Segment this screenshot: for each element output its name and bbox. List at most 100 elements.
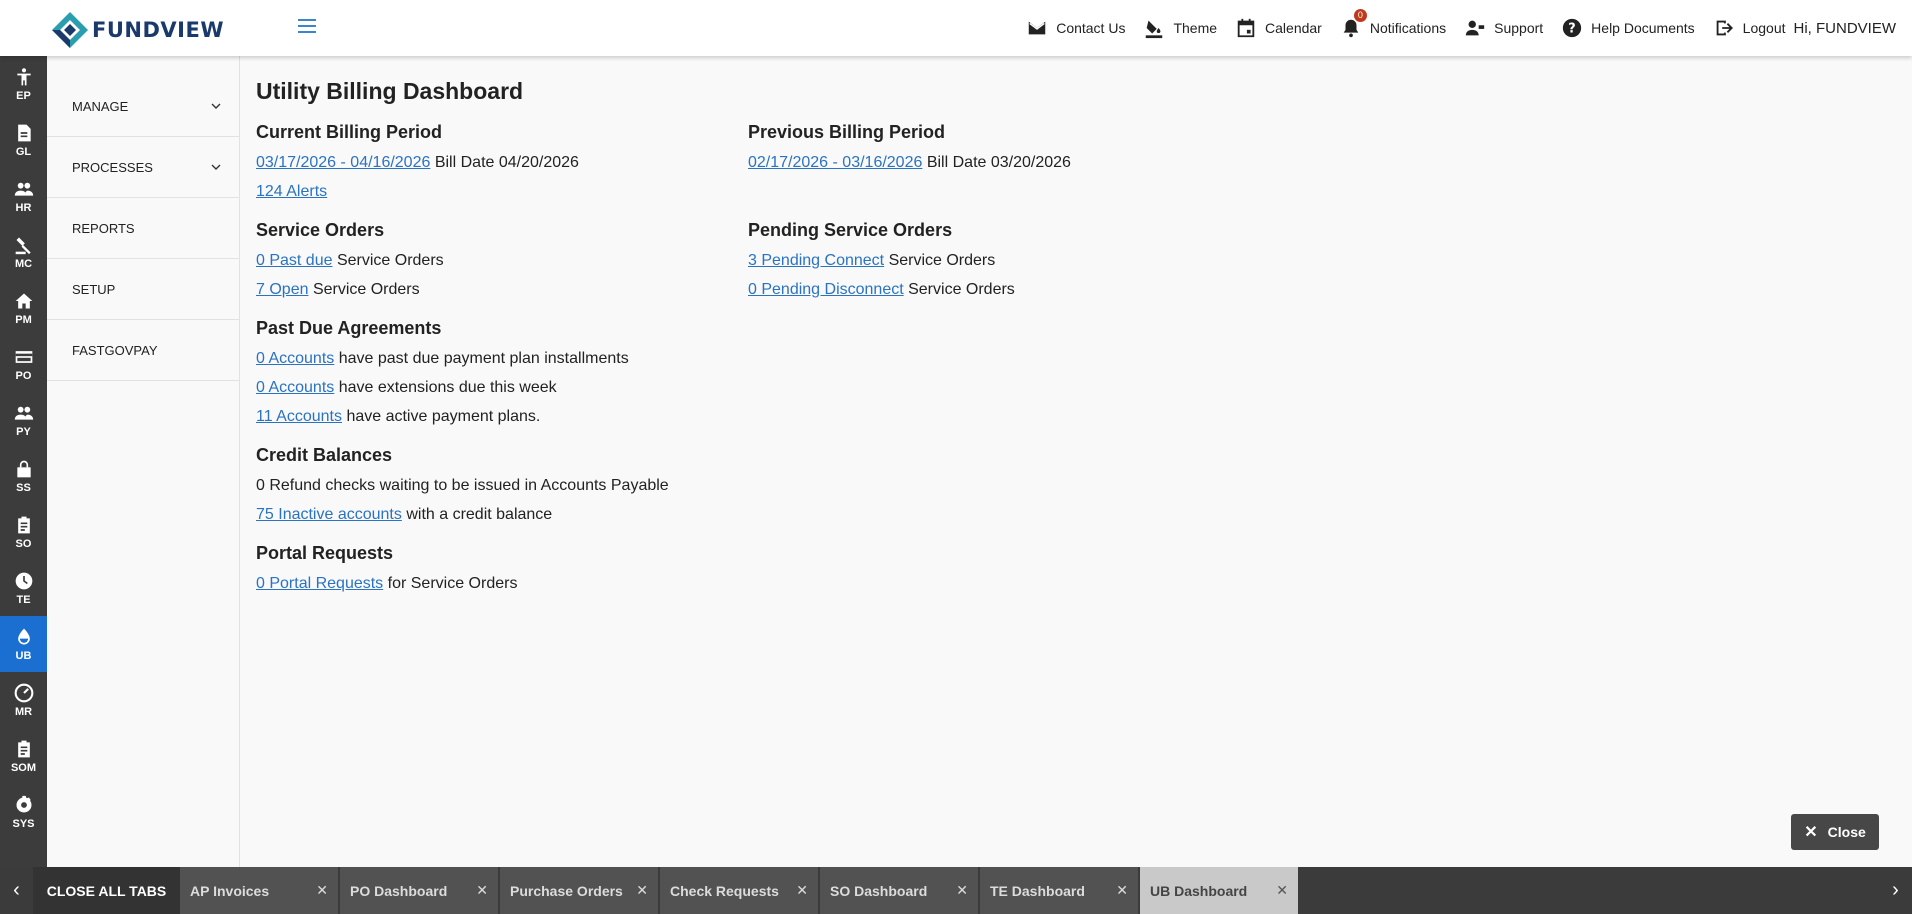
- tabs-scroll-left-icon[interactable]: ‹: [0, 867, 33, 914]
- gear-icon: [16, 795, 31, 812]
- sidebar-item-label: REPORTS: [72, 220, 135, 236]
- close-all-tabs-button[interactable]: CLOSE ALL TABS: [33, 867, 180, 914]
- rail-item-pm[interactable]: PM: [0, 280, 47, 336]
- rail-item-te[interactable]: TE: [0, 560, 47, 616]
- rail-label: SS: [16, 481, 31, 494]
- help-documents-link[interactable]: ? Help Documents: [1561, 17, 1695, 39]
- close-tab-icon[interactable]: ✕: [956, 882, 968, 899]
- mail-icon: [1028, 21, 1046, 35]
- tab-label: TE Dashboard: [990, 882, 1085, 899]
- support-label: Support: [1494, 20, 1544, 36]
- rail-item-po[interactable]: PO: [0, 336, 47, 392]
- tab-te-dashboard[interactable]: TE Dashboard ✕: [980, 867, 1140, 914]
- pending-disconnect-link[interactable]: 0 Pending Disconnect: [748, 281, 904, 298]
- notifications-link[interactable]: 0 Notifications: [1340, 9, 1446, 39]
- sidebar-item-label: FASTGOVPAY: [72, 342, 158, 358]
- tab-ub-dashboard[interactable]: UB Dashboard ✕: [1140, 867, 1300, 914]
- rail-item-sys[interactable]: SYS: [0, 784, 47, 840]
- close-tab-icon[interactable]: ✕: [636, 882, 648, 899]
- rail-item-py[interactable]: PY: [0, 392, 47, 448]
- close-tab-icon[interactable]: ✕: [316, 882, 328, 899]
- top-nav: Contact Us Theme Calendar 0 Notification…: [1008, 0, 1896, 56]
- clipboard-icon: [17, 516, 30, 533]
- close-tab-icon[interactable]: ✕: [1276, 882, 1288, 899]
- rail-label: SYS: [12, 817, 35, 830]
- current-bill-date: Bill Date 04/20/2026: [434, 154, 579, 171]
- sidebar-item-label: SETUP: [72, 281, 116, 297]
- user-greeting: Hi, FUNDVIEW: [1793, 19, 1897, 37]
- tabs-scroll-right-icon[interactable]: ›: [1879, 867, 1912, 914]
- tab-purchase-orders[interactable]: Purchase Orders ✕: [500, 867, 660, 914]
- menu-toggle-icon[interactable]: [298, 19, 320, 37]
- sidebar-item-setup[interactable]: SETUP: [47, 259, 239, 320]
- support-link[interactable]: Support: [1464, 17, 1543, 39]
- sidebar-item-manage[interactable]: MANAGE: [47, 76, 239, 137]
- rail-item-ep[interactable]: EP: [0, 56, 47, 112]
- sidebar-item-label: PROCESSES: [72, 159, 153, 175]
- rail-item-hr[interactable]: HR: [0, 168, 47, 224]
- contact-us-link[interactable]: Contact Us: [1026, 17, 1125, 39]
- tab-ap-invoices[interactable]: AP Invoices ✕: [180, 867, 340, 914]
- home-icon: [15, 293, 32, 308]
- close-tab-icon[interactable]: ✕: [796, 882, 808, 899]
- rail-label: SO: [15, 537, 32, 550]
- rail-item-som[interactable]: SOM: [0, 728, 47, 784]
- clipboard-icon: [17, 740, 30, 757]
- calendar-icon: [1237, 18, 1255, 38]
- tab-label: AP Invoices: [190, 882, 270, 899]
- close-tab-icon[interactable]: ✕: [1116, 882, 1128, 899]
- rail-label: HR: [15, 201, 32, 214]
- theme-link[interactable]: Theme: [1143, 17, 1217, 39]
- row-text: have active payment plans.: [346, 408, 541, 425]
- tab-so-dashboard[interactable]: SO Dashboard ✕: [820, 867, 980, 914]
- alerts-link[interactable]: 124 Alerts: [256, 183, 327, 200]
- row-text: have past due payment plan installments: [338, 350, 629, 367]
- tab-check-requests[interactable]: Check Requests ✕: [660, 867, 820, 914]
- open-orders-link[interactable]: 7 Open: [256, 281, 308, 298]
- close-tab-icon[interactable]: ✕: [476, 882, 488, 899]
- past-due-link[interactable]: 0 Past due: [256, 252, 333, 269]
- tab-label: Purchase Orders: [510, 882, 623, 899]
- document-icon: [17, 124, 31, 141]
- section-title: Pending Service Orders: [748, 220, 953, 240]
- sidebar-item-reports[interactable]: REPORTS: [47, 198, 239, 259]
- help-documents-label: Help Documents: [1591, 20, 1695, 36]
- rail-item-ub[interactable]: UB: [0, 616, 47, 672]
- rail-item-gl[interactable]: GL: [0, 112, 47, 168]
- row-text: Service Orders: [908, 281, 1015, 298]
- sidebar-item-processes[interactable]: PROCESSES: [47, 137, 239, 198]
- rail-item-mr[interactable]: MR: [0, 672, 47, 728]
- logout-link[interactable]: Logout: [1713, 17, 1786, 39]
- previous-period-link[interactable]: 02/17/2026 - 03/16/2026: [748, 154, 922, 171]
- close-button[interactable]: ✕ Close: [1791, 814, 1879, 850]
- fundview-logo[interactable]: FUNDVIEW: [50, 10, 224, 50]
- rail-item-ss[interactable]: SS: [0, 448, 47, 504]
- rail-item-so[interactable]: SO: [0, 504, 47, 560]
- portal-requests-link[interactable]: 0 Portal Requests: [256, 575, 383, 592]
- sidebar-item-fastgovpay[interactable]: FASTGOVPAY: [47, 320, 239, 381]
- tab-po-dashboard[interactable]: PO Dashboard ✕: [340, 867, 500, 914]
- page-title: Utility Billing Dashboard: [256, 78, 524, 104]
- accounts-link[interactable]: 0 Accounts: [256, 350, 334, 367]
- accounts-link[interactable]: 0 Accounts: [256, 379, 334, 396]
- rail-label: MC: [14, 257, 33, 270]
- logo-icon: [52, 12, 88, 48]
- clock-icon: [15, 572, 32, 589]
- chevron-down-icon: [211, 103, 221, 109]
- rail-label: UB: [15, 649, 32, 662]
- accounts-link[interactable]: 11 Accounts: [256, 408, 342, 425]
- pending-connect-link[interactable]: 3 Pending Connect: [748, 252, 884, 269]
- calendar-link[interactable]: Calendar: [1235, 17, 1322, 39]
- inactive-accounts-link[interactable]: 75 Inactive accounts: [256, 506, 402, 523]
- rail-item-mc[interactable]: MC: [0, 224, 47, 280]
- service-orders-section: Service Orders 0 Past due Service Orders…: [256, 220, 748, 304]
- current-period-link[interactable]: 03/17/2026 - 04/16/2026: [256, 154, 430, 171]
- meter-icon: [14, 683, 33, 702]
- row-text: Service Orders: [336, 252, 444, 269]
- section-title: Credit Balances: [256, 445, 393, 465]
- module-rail: EP GL HR MC PM PO PY SS SO TE UB MR SOM …: [0, 56, 47, 867]
- section-title: Past Due Agreements: [256, 318, 442, 338]
- person-icon: [16, 67, 31, 85]
- rail-label: PY: [16, 425, 31, 438]
- previous-bill-date: Bill Date 03/20/2026: [926, 154, 1071, 171]
